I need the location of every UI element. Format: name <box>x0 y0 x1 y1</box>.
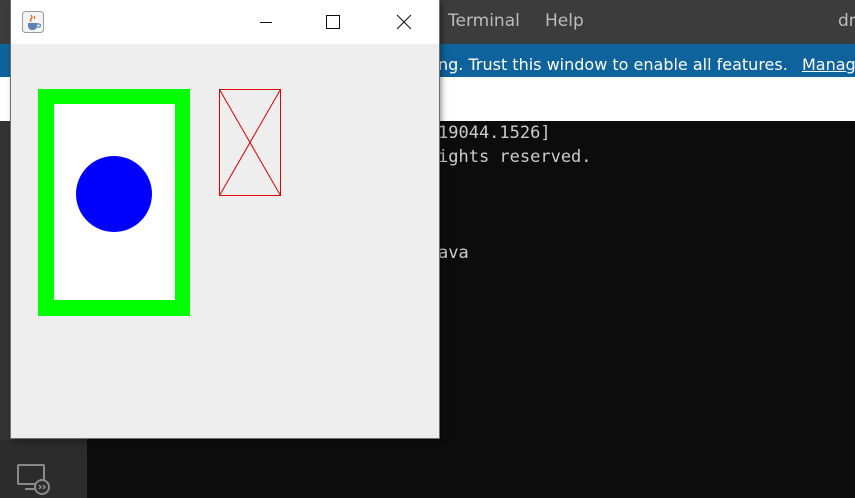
close-icon <box>396 14 412 30</box>
image-placeholder-icon <box>219 89 281 196</box>
desktop: Terminal Help dr ng. Trust this window t… <box>0 0 855 498</box>
green-frame <box>38 89 190 316</box>
banner-manage-link[interactable]: Manag <box>802 55 855 74</box>
maximize-icon <box>326 15 340 29</box>
blue-circle <box>76 156 152 232</box>
java-window <box>11 0 439 438</box>
remote-explorer-icon <box>16 462 50 498</box>
remote-explorer-button[interactable] <box>0 440 87 498</box>
maximize-button[interactable] <box>310 0 356 44</box>
minimize-icon <box>260 22 272 23</box>
terminal-line: ights reserved. <box>438 147 592 167</box>
terminal-line: 19044.1526] <box>438 123 551 143</box>
minimize-button[interactable] <box>243 0 289 44</box>
terminal-line: ava <box>438 243 469 263</box>
close-button[interactable] <box>381 0 427 44</box>
java-titlebar[interactable] <box>11 0 439 44</box>
menu-terminal[interactable]: Terminal <box>448 11 520 31</box>
window-title-fragment: dr <box>838 11 855 31</box>
java-cup-icon[interactable] <box>22 11 44 33</box>
drawing-canvas <box>11 44 439 438</box>
menu-help[interactable]: Help <box>545 11 584 31</box>
white-panel <box>54 104 175 300</box>
banner-message: ng. Trust this window to enable all feat… <box>438 55 788 74</box>
